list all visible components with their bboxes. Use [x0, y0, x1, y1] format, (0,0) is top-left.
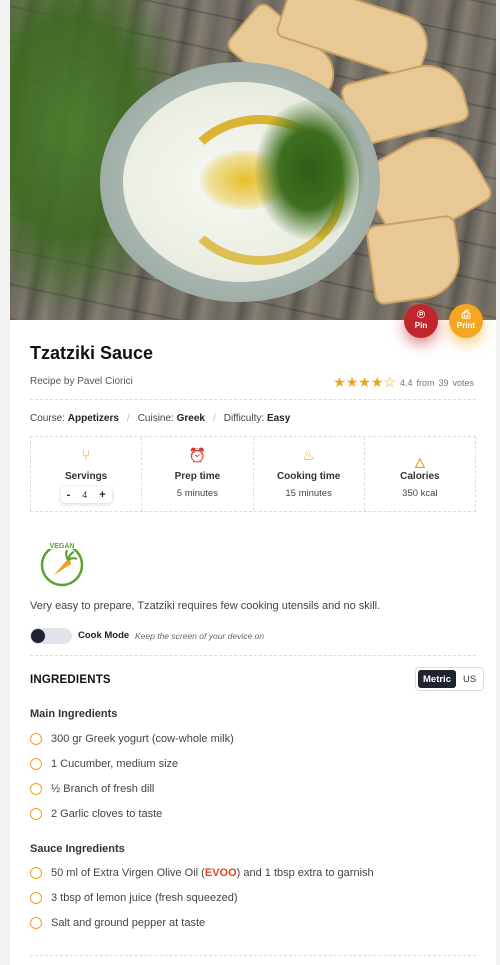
star-rating-icon[interactable]: ★★★★☆ [333, 374, 396, 391]
stat-calories: 🜂 Calories 350 kcal [365, 437, 475, 511]
recipe-author: Recipe by Pavel Ciorici [30, 376, 133, 387]
flame-icon: 🜂 [413, 455, 426, 471]
ingredient-checkbox[interactable] [30, 783, 42, 795]
unit-us-button[interactable]: US [458, 670, 481, 688]
ingredient-checkbox[interactable] [30, 733, 42, 745]
cuisine-value[interactable]: Greek [177, 413, 205, 424]
difficulty-label: Difficulty: [223, 413, 265, 424]
ingredient-text: 3 tbsp of lemon juice (fresh squeezed) [51, 892, 238, 904]
ingredient-text-part: ) and 1 tbsp extra to garnish [236, 867, 374, 879]
course-value[interactable]: Appetizers [68, 413, 119, 424]
rating[interactable]: ★★★★☆ 4.4 from 39 votes [333, 374, 474, 391]
ingredient-checkbox[interactable] [30, 808, 42, 820]
stat-cooking-time: ♨ Cooking time 15 minutes [254, 437, 365, 511]
recipe-intro: Very easy to prepare, Tzatziki requires … [30, 600, 381, 612]
ingredient-text: ½ Branch of fresh dill [51, 783, 155, 795]
utensils-icon: ⑂ [81, 447, 91, 463]
ingredient-item[interactable]: 1 Cucumber, medium size [30, 758, 178, 770]
recipe-title: Tzatziki Sauce [30, 343, 154, 363]
vegan-badge-icon: VEGAN [40, 540, 84, 587]
prep-time-value: 5 minutes [176, 488, 218, 499]
pinterest-icon: ℗ [416, 309, 426, 321]
ingredient-checkbox[interactable] [30, 867, 42, 879]
pot-icon: ♨ [302, 447, 315, 463]
meta-separator: / [212, 413, 216, 424]
divider [30, 399, 476, 400]
stat-prep-time: ⏰ Prep time 5 minutes [142, 437, 254, 511]
ingredient-checkbox[interactable] [30, 892, 42, 904]
ingredient-item[interactable]: 50 ml of Extra Virgen Olive Oil (EVOO) a… [30, 867, 374, 879]
unit-metric-button[interactable]: Metric [418, 670, 456, 688]
recipe-stats: ⑂ Servings - 4 + ⏰ Prep time 5 minutes ♨… [30, 436, 476, 512]
prep-time-label: Prep time [174, 471, 221, 482]
unit-switch: Metric US [415, 667, 485, 691]
divider [30, 655, 476, 656]
recipe-card: ℗ Pin ⎙ Print Tzatziki Sauce Recipe by P… [10, 0, 496, 965]
rating-votes: 39 [438, 377, 449, 388]
print-button[interactable]: ⎙ Print [449, 304, 483, 338]
ingredient-group-title: Sauce Ingredients [30, 843, 125, 855]
rating-score: 4.4 [399, 377, 413, 388]
ingredient-checkbox[interactable] [30, 917, 42, 929]
vegan-badge-text: VEGAN [50, 543, 75, 550]
ingredient-text: 300 gr Greek yogurt (cow-whole milk) [51, 733, 234, 745]
servings-value[interactable]: 4 [82, 490, 87, 500]
ingredient-text: 2 Garlic cloves to taste [51, 808, 163, 820]
ingredient-text: Salt and ground pepper at taste [51, 917, 206, 929]
print-label: Print [456, 321, 476, 330]
ingredients-title: INGREDIENTS [30, 674, 111, 686]
pin-button[interactable]: ℗ Pin [404, 304, 438, 338]
ingredient-highlight[interactable]: EVOO [205, 867, 237, 879]
stat-servings: ⑂ Servings - 4 + [31, 437, 143, 511]
difficulty-value: Easy [266, 413, 291, 424]
servings-stepper[interactable]: - 4 + [61, 487, 112, 503]
cook-mode-label: Cook Mode [78, 630, 130, 641]
cuisine-label: Cuisine: [137, 413, 174, 424]
rating-votes-label: votes [452, 377, 474, 388]
ingredient-text: 50 ml of Extra Virgen Olive Oil (EVOO) a… [51, 867, 374, 879]
cook-mode-toggle[interactable] [30, 628, 72, 644]
printer-icon: ⎙ [461, 309, 471, 321]
ingredient-item[interactable]: Salt and ground pepper at taste [30, 917, 205, 929]
meta-separator: / [126, 413, 130, 424]
ingredient-item[interactable]: 3 tbsp of lemon juice (fresh squeezed) [30, 892, 238, 904]
recipe-meta: Course: Appetizers / Cuisine: Greek / Di… [30, 413, 290, 424]
calories-label: Calories [400, 471, 440, 482]
ingredient-text-part: 50 ml of Extra Virgen Olive Oil ( [51, 867, 205, 879]
calories-value: 350 kcal [402, 488, 438, 499]
increase-servings-button[interactable]: + [99, 489, 105, 501]
ingredient-text: 1 Cucumber, medium size [51, 758, 179, 770]
ingredient-item[interactable]: ½ Branch of fresh dill [30, 783, 154, 795]
alarm-clock-icon: ⏰ [188, 447, 207, 463]
ingredient-item[interactable]: 2 Garlic cloves to taste [30, 808, 162, 820]
servings-label: Servings [65, 471, 108, 482]
cooking-time-label: Cooking time [276, 471, 341, 482]
dill-garnish [255, 100, 365, 240]
ingredient-item[interactable]: 300 gr Greek yogurt (cow-whole milk) [30, 733, 234, 745]
ingredient-checkbox[interactable] [30, 758, 42, 770]
recipe-photo [10, 0, 496, 320]
cooking-time-value: 15 minutes [285, 488, 332, 499]
cook-mode-hint: Keep the screen of your device on [135, 631, 264, 641]
toggle-knob [31, 629, 45, 643]
divider [30, 955, 476, 956]
course-label: Course: [30, 413, 66, 424]
rating-from: from [416, 377, 435, 388]
decrease-servings-button[interactable]: - [67, 489, 71, 501]
pin-label: Pin [414, 321, 428, 330]
ingredient-group-title: Main Ingredients [30, 708, 118, 720]
